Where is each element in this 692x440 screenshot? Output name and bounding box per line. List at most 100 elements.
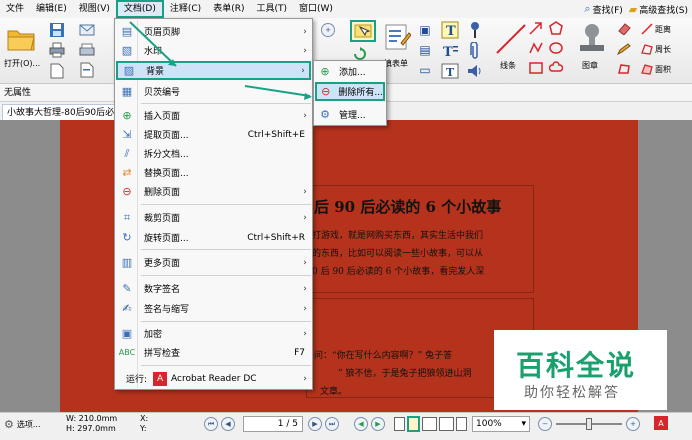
menu-file[interactable]: 文件	[0, 0, 30, 18]
text-box-tool-icon[interactable]: T	[440, 62, 460, 80]
menu-item-background[interactable]: ▨ 背景 ›	[116, 61, 311, 80]
menu-item-shortcut: Ctrl+Shift+E	[247, 129, 305, 140]
zoom-slider[interactable]	[556, 418, 622, 430]
page-number-input[interactable]: 1 / 5	[243, 416, 303, 432]
save-icon[interactable]	[48, 21, 66, 39]
history-nav: ◀ ▶	[354, 417, 385, 431]
submenu-item-manage[interactable]: ⚙ 管理...	[315, 105, 385, 124]
sign-initials-icon: ✍	[122, 302, 132, 315]
rectangle-tool-icon[interactable]	[528, 60, 544, 76]
menu-item-delete-page[interactable]: ⊖ 删除页面 ›	[116, 182, 311, 201]
textbox-frame-icon[interactable]: ▭	[416, 62, 434, 78]
continuous-facing-icon[interactable]	[439, 417, 454, 431]
acrobat-icon: A	[153, 371, 168, 386]
search-button[interactable]: ⌕ 查找(F)	[584, 1, 622, 17]
search-icon: ⌕	[584, 2, 591, 15]
facing-page-icon[interactable]	[422, 417, 437, 431]
perimeter-icon[interactable]	[640, 42, 654, 56]
menu-item-watermark[interactable]: ▧ 水印 ›	[116, 41, 311, 60]
menu-item-spell-check[interactable]: ABC 拼写检查 F7	[116, 343, 311, 362]
menu-item-shortcut: Ctrl+Shift+R	[247, 232, 305, 243]
chevron-down-icon: ▾	[521, 419, 526, 429]
menu-window[interactable]: 窗口(W)	[293, 0, 339, 18]
menu-item-sign-initials[interactable]: ✍ 签名与缩写 ›	[116, 299, 311, 318]
audio-icon[interactable]	[466, 62, 484, 80]
polyline-tool-icon[interactable]	[528, 40, 544, 56]
eraser-icon[interactable]	[616, 22, 632, 36]
menu-item-rotate-page[interactable]: ↻ 旋转页面... Ctrl+Shift+R	[116, 228, 311, 247]
advanced-search-button[interactable]: ▰ 高级查找(S)	[629, 1, 688, 17]
pencil-icon[interactable]	[616, 42, 632, 56]
first-page-icon[interactable]: ⏮	[204, 417, 218, 431]
open-folder-icon[interactable]	[6, 24, 36, 54]
pentagon-tool-icon[interactable]	[548, 20, 564, 36]
scan-icon[interactable]	[78, 42, 96, 58]
menu-item-split-document[interactable]: ⫽ 拆分文档...	[116, 144, 311, 163]
menu-item-encrypt[interactable]: ▣ 加密 ›	[116, 324, 311, 343]
manage-background-icon: ⚙	[320, 108, 330, 121]
zoom-out-icon[interactable]: −	[538, 417, 552, 431]
document-heading: 后 90 后必读的 6 个小故事	[314, 198, 502, 216]
add-background-icon: ⊕	[320, 65, 330, 78]
menu-item-bates[interactable]: ▦ 贝茨编号	[116, 82, 311, 101]
submenu-item-remove-all[interactable]: ⊖ 删除所有...	[315, 82, 385, 101]
menu-view[interactable]: 视图(V)	[73, 0, 116, 18]
fit-page-icon[interactable]	[456, 417, 467, 431]
pdf-quick-icon[interactable]: A	[654, 416, 668, 430]
text-align-icon[interactable]: T	[440, 42, 460, 60]
zoom-in-icon[interactable]: +	[320, 22, 336, 38]
menu-item-label: 提取页面...	[144, 131, 189, 141]
distance-icon[interactable]	[640, 22, 654, 36]
text-field-icon[interactable]: ▤	[416, 42, 434, 58]
menu-item-digital-signature[interactable]: ✎ 数字签名 ›	[116, 279, 311, 298]
menu-edit[interactable]: 编辑(E)	[30, 0, 73, 18]
menu-comment[interactable]: 注释(C)	[164, 0, 207, 18]
menu-document[interactable]: 文档(D)	[115, 0, 164, 18]
forward-icon[interactable]: ▶	[371, 417, 385, 431]
options-button[interactable]: ⚙ 选项...	[4, 418, 41, 431]
line-tool-icon[interactable]	[494, 22, 528, 56]
cursor-position: X: Y:	[140, 414, 148, 434]
menu-item-shortcut: F7	[294, 347, 305, 358]
menu-form[interactable]: 表单(R)	[207, 0, 250, 18]
continuous-page-icon[interactable]	[407, 416, 420, 432]
menu-item-extract-page[interactable]: ⇲ 提取页面... Ctrl+Shift+E	[116, 125, 311, 144]
select-tool-icon[interactable]	[350, 20, 376, 42]
menu-item-more-pages[interactable]: ▥ 更多页面 ›	[116, 253, 311, 272]
ellipse-tool-icon[interactable]	[548, 40, 564, 56]
stamp-icon[interactable]	[574, 20, 610, 56]
print-icon[interactable]	[48, 41, 66, 59]
last-page-icon[interactable]: ⏭	[325, 417, 339, 431]
single-page-icon[interactable]	[394, 417, 405, 431]
menu-tools[interactable]: 工具(T)	[250, 0, 293, 18]
text-box-icon[interactable]: ▣	[416, 22, 434, 38]
submenu-item-add[interactable]: ⊕ 添加...	[315, 62, 385, 81]
previous-page-icon[interactable]: ◀	[221, 417, 235, 431]
pin-icon[interactable]	[466, 20, 484, 40]
fill-form-icon[interactable]	[382, 22, 412, 52]
area-icon[interactable]	[640, 62, 654, 76]
menu-item-crop-page[interactable]: ⌗ 裁剪页面 ›	[116, 208, 311, 227]
menu-item-replace-page[interactable]: ⇄ 替换页面...	[116, 163, 311, 182]
email-icon[interactable]	[78, 22, 96, 38]
zoom-select[interactable]: 100% ▾	[472, 416, 530, 432]
polygon-measure-icon[interactable]	[616, 62, 632, 76]
attach-icon[interactable]	[466, 42, 484, 60]
menu-item-header-footer[interactable]: ▤ 页眉页脚 ›	[116, 22, 311, 41]
more-pages-icon: ▥	[121, 256, 133, 269]
split-document-icon: ⫽	[124, 146, 130, 160]
page-nav-left: ⏮ ◀	[204, 417, 235, 431]
cloud-tool-icon[interactable]	[548, 60, 564, 76]
arrow-tool-icon[interactable]	[528, 20, 544, 36]
submenu-item-label: 添加...	[339, 68, 366, 78]
typewriter-icon[interactable]: T	[440, 20, 460, 40]
page-setup-icon[interactable]	[78, 62, 96, 78]
menu-item-run-acrobat[interactable]: 运行: A Acrobat Reader DC ›	[116, 369, 311, 388]
zoom-slider-thumb[interactable]	[586, 418, 592, 430]
menu-item-insert-page[interactable]: ⊕ 插入页面 ›	[116, 106, 311, 125]
next-page-icon[interactable]: ▶	[308, 417, 322, 431]
zoom-in-status-icon[interactable]: +	[626, 417, 640, 431]
new-document-icon[interactable]	[48, 62, 66, 80]
back-icon[interactable]: ◀	[354, 417, 368, 431]
chevron-right-icon: ›	[303, 283, 307, 294]
